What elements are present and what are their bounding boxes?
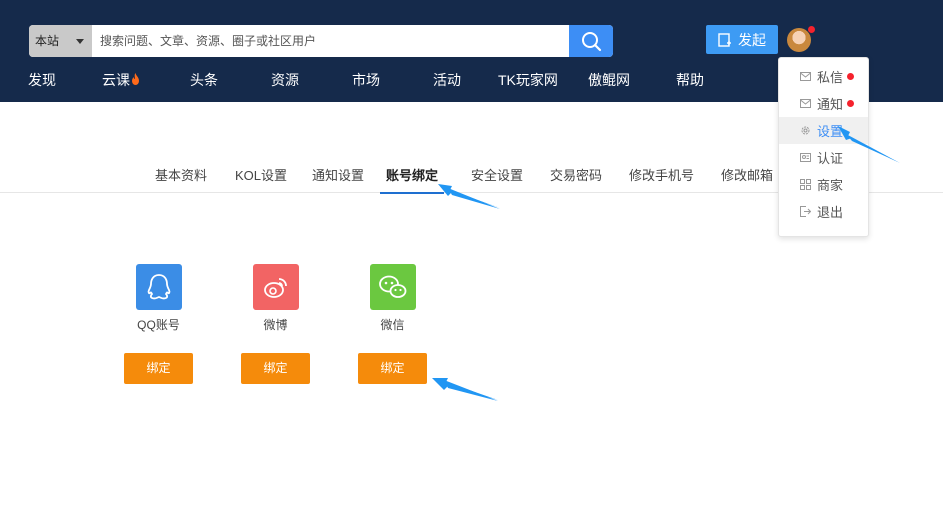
search-scope-label: 本站 <box>35 34 60 48</box>
nav-item-events[interactable]: 活动 <box>433 62 461 98</box>
search-scope-select[interactable]: 本站 <box>29 25 92 57</box>
bind-wechat-button[interactable]: 绑定 <box>358 353 427 384</box>
weibo-label: 微博 <box>263 318 288 332</box>
wechat-binding: 微信 <box>358 264 427 333</box>
menu-item-label: 认证 <box>817 151 844 166</box>
menu-item-label: 退出 <box>817 205 844 220</box>
avatar[interactable] <box>787 28 811 52</box>
wechat-icon <box>369 264 416 310</box>
tab-basic-info[interactable]: 基本资料 <box>155 158 207 192</box>
logout-icon <box>800 206 811 217</box>
search-button[interactable] <box>569 25 613 57</box>
tab-security-settings[interactable]: 安全设置 <box>471 158 523 192</box>
nav-item-tk-player[interactable]: TK玩家网 <box>498 62 558 98</box>
nav-item-resources[interactable]: 资源 <box>271 62 299 98</box>
menu-item-notifications[interactable]: 通知 <box>779 90 868 117</box>
qq-label: QQ账号 <box>137 318 180 332</box>
menu-item-verification[interactable]: 认证 <box>779 144 868 171</box>
menu-item-label: 私信 <box>817 70 844 85</box>
search-icon <box>582 32 602 52</box>
bind-weibo-button[interactable]: 绑定 <box>241 353 310 384</box>
nav-item-cloud-course[interactable]: 云课 <box>102 62 141 98</box>
menu-item-settings[interactable]: 设置 <box>779 117 868 144</box>
tab-change-phone[interactable]: 修改手机号 <box>629 158 694 192</box>
id-card-icon <box>800 153 811 162</box>
menu-item-label: 通知 <box>817 97 844 112</box>
publish-label: 发起 <box>738 31 766 48</box>
nav-item-help[interactable]: 帮助 <box>676 62 704 98</box>
search-bar: 本站 <box>29 25 613 57</box>
menu-item-label: 设置 <box>817 124 844 139</box>
user-dropdown-menu: 私信 通知 设置 认证 商家 退出 <box>778 57 869 237</box>
search-input[interactable] <box>92 25 569 57</box>
notification-dot <box>808 26 815 33</box>
chevron-down-icon <box>76 39 84 44</box>
menu-item-logout[interactable]: 退出 <box>779 198 868 225</box>
new-post-icon <box>718 32 731 47</box>
arrow-icon <box>432 378 498 401</box>
menu-item-merchant[interactable]: 商家 <box>779 171 868 198</box>
tab-trade-password[interactable]: 交易密码 <box>550 158 602 192</box>
wechat-label: 微信 <box>380 318 405 332</box>
tab-kol-settings[interactable]: KOL设置 <box>235 158 287 192</box>
unread-badge <box>847 73 855 80</box>
weibo-binding: 微博 <box>241 264 310 333</box>
menu-item-label: 商家 <box>817 178 844 193</box>
publish-button[interactable]: 发起 <box>706 25 778 54</box>
bind-qq-button[interactable]: 绑定 <box>124 353 193 384</box>
tab-notification-settings[interactable]: 通知设置 <box>312 158 364 192</box>
qq-binding: QQ账号 <box>124 264 193 333</box>
nav-item-aokun[interactable]: 傲鲲网 <box>588 62 630 98</box>
nav-item-label: 云课 <box>102 72 130 88</box>
mail-icon <box>800 99 811 108</box>
tab-change-email[interactable]: 修改邮箱 <box>721 158 773 192</box>
mail-icon <box>800 72 811 81</box>
nav-item-market[interactable]: 市场 <box>352 62 380 98</box>
nav-item-headlines[interactable]: 头条 <box>190 62 218 98</box>
gear-icon <box>801 126 810 135</box>
nav-item-discover[interactable]: 发现 <box>28 62 56 98</box>
unread-badge <box>847 100 855 107</box>
fire-icon <box>132 73 139 85</box>
qq-icon <box>135 264 182 310</box>
grid-icon <box>800 179 811 190</box>
menu-item-messages[interactable]: 私信 <box>779 63 868 90</box>
weibo-icon <box>252 264 299 310</box>
tab-account-binding[interactable]: 账号绑定 <box>380 158 444 194</box>
